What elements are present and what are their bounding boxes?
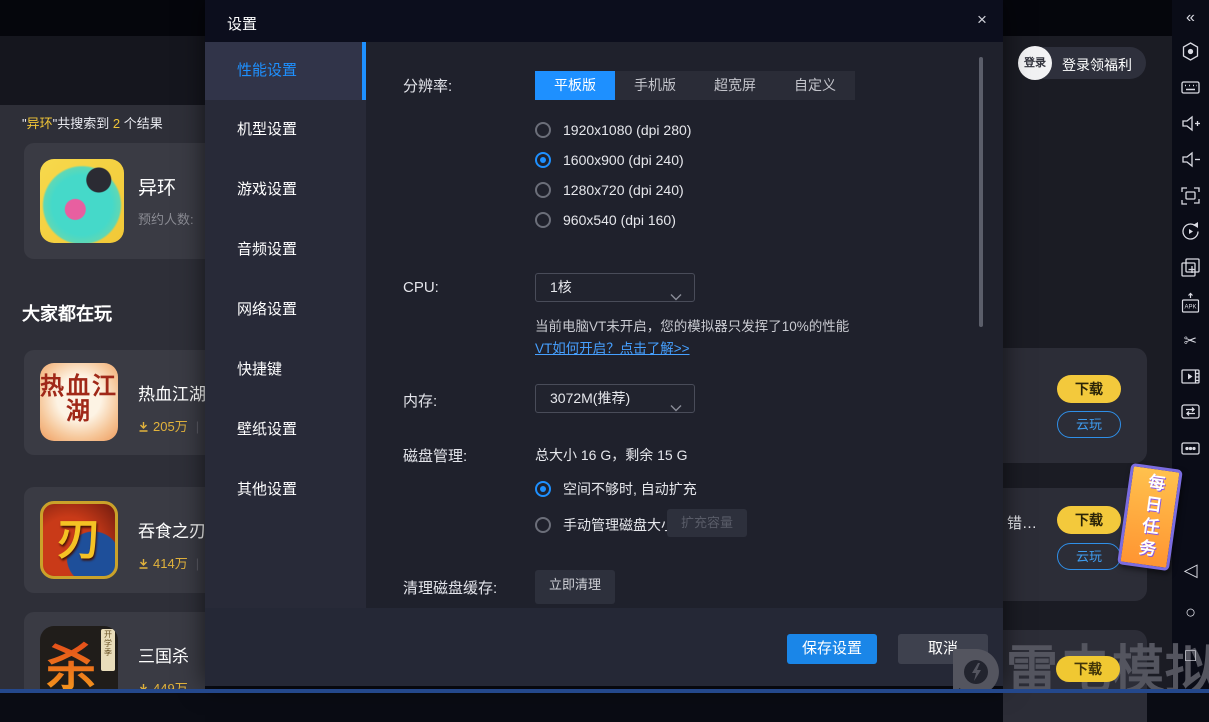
- game-downloads: 414万|: [138, 553, 199, 572]
- login-pill-label: 登录领福利: [1062, 55, 1132, 75]
- download-button[interactable]: 下载: [1057, 506, 1121, 534]
- game-card[interactable]: 热血江湖 热血江湖 205万|: [24, 350, 205, 455]
- clean-now-button[interactable]: 立即清理: [535, 570, 615, 604]
- promo-download-button[interactable]: 下载: [1056, 656, 1120, 682]
- game-card[interactable]: 杀 开学季 三国杀 449万: [24, 612, 205, 693]
- vt-help-link[interactable]: VT如何开启？点击了解>>: [535, 337, 690, 357]
- truncated-text: 错…: [1007, 512, 1037, 533]
- disk-manual-option[interactable]: 手动管理磁盘大小: [535, 515, 675, 535]
- brand-logo-icon: [950, 646, 1002, 693]
- expand-capacity-button[interactable]: 扩充容量: [667, 509, 747, 537]
- memory-select[interactable]: 3072M(推荐): [535, 384, 695, 413]
- clean-cache-label: 清理磁盘缓存:: [403, 577, 497, 598]
- download-button[interactable]: 下载: [1057, 375, 1121, 403]
- tab-phone[interactable]: 手机版: [615, 71, 695, 100]
- game-subtitle: 预约人数:: [138, 209, 194, 228]
- window-bottom-border: [0, 689, 1209, 693]
- game-icon-yihuan: [40, 159, 124, 243]
- volume-down-icon[interactable]: [1178, 147, 1203, 172]
- dialog-scrollbar[interactable]: [979, 57, 983, 327]
- keyboard-mapping-icon[interactable]: [1178, 75, 1203, 100]
- tab-ultrawide[interactable]: 超宽屏: [695, 71, 775, 100]
- radio-icon: [535, 212, 551, 228]
- radio-selected-icon: [535, 481, 551, 497]
- volume-up-icon[interactable]: [1178, 111, 1203, 136]
- cloud-play-button[interactable]: 云玩: [1057, 411, 1121, 438]
- game-icon-corner-tag: 开学季: [101, 629, 115, 671]
- vt-warning-text: 当前电脑VT未开启，您的模拟器只发挥了10%的性能: [535, 315, 849, 335]
- resolution-label: 分辨率:: [403, 75, 452, 96]
- settings-dialog: 设置 × 性能设置 机型设置 游戏设置 音频设置 网络设置 快捷键 壁纸设置 其…: [205, 0, 1003, 686]
- game-icon-sanguosha: 杀 开学季: [40, 626, 118, 693]
- resolution-option-960[interactable]: 960x540 (dpi 160): [535, 210, 676, 230]
- disk-auto-option[interactable]: 空间不够时, 自动扩充: [535, 479, 697, 499]
- cpu-select[interactable]: 1核: [535, 273, 695, 302]
- dialog-footer: 保存设置 取消: [205, 608, 1003, 686]
- sidebar-item-device[interactable]: 机型设置: [205, 100, 366, 160]
- settings-sidebar: 性能设置 机型设置 游戏设置 音频设置 网络设置 快捷键 壁纸设置 其他设置: [205, 42, 366, 608]
- resolution-option-1600[interactable]: 1600x900 (dpi 240): [535, 150, 684, 170]
- search-results-header: [0, 36, 205, 105]
- game-card[interactable]: 刃 吞食之刃 414万|: [24, 487, 205, 593]
- file-transfer-icon[interactable]: [1178, 399, 1203, 424]
- section-title: 大家都在玩: [22, 300, 112, 326]
- more-icon[interactable]: [1178, 436, 1203, 461]
- chevron-down-icon: [670, 394, 682, 421]
- android-back-icon[interactable]: ◁: [1178, 558, 1203, 583]
- sidebar-item-game[interactable]: 游戏设置: [205, 160, 366, 220]
- fullscreen-icon[interactable]: [1178, 183, 1203, 208]
- game-icon-rexuejianghu: 热血江湖: [40, 363, 118, 441]
- collapse-toolbar-icon[interactable]: «: [1178, 5, 1203, 30]
- sidebar-item-performance[interactable]: 性能设置: [205, 42, 366, 100]
- video-record-icon[interactable]: [1178, 364, 1203, 389]
- apk-install-icon[interactable]: APK: [1178, 291, 1203, 316]
- resolution-option-1280[interactable]: 1280x720 (dpi 240): [535, 180, 684, 200]
- memory-label: 内存:: [403, 390, 437, 411]
- radio-selected-icon: [535, 152, 551, 168]
- tab-tablet[interactable]: 平板版: [535, 71, 615, 100]
- sidebar-item-audio[interactable]: 音频设置: [205, 220, 366, 280]
- login-avatar[interactable]: 登录: [1018, 46, 1052, 80]
- android-home-icon[interactable]: ○: [1178, 600, 1203, 625]
- sidebar-item-network[interactable]: 网络设置: [205, 280, 366, 340]
- settings-content: 分辨率: 平板版 手机版 超宽屏 自定义 1920x1080 (dpi 280)…: [366, 42, 1003, 608]
- game-title: 吞食之刃: [138, 517, 205, 542]
- save-settings-button[interactable]: 保存设置: [787, 634, 877, 664]
- sidebar-item-wallpaper[interactable]: 壁纸设置: [205, 400, 366, 460]
- multi-instance-icon[interactable]: [1178, 255, 1203, 280]
- game-icon-tunshizhiren: 刃: [40, 501, 118, 579]
- search-result-card[interactable]: 异环 预约人数:: [24, 143, 205, 259]
- cpu-label: CPU:: [403, 279, 439, 296]
- disk-summary: 总大小 16 G，剩余 15 G: [535, 445, 687, 465]
- search-results-panel: "异环"共搜索到 2 个结果 异环 预约人数: 大家都在玩 热血江湖 热血江湖 …: [0, 105, 205, 693]
- scissors-icon[interactable]: ✂: [1178, 329, 1203, 354]
- download-arrow-icon: [138, 557, 149, 572]
- radio-icon: [535, 122, 551, 138]
- game-title: 三国杀: [138, 642, 189, 667]
- operation-record-icon[interactable]: [1178, 39, 1203, 64]
- svg-text:APK: APK: [1184, 305, 1196, 311]
- dialog-close-icon[interactable]: ×: [971, 9, 993, 31]
- resolution-option-1920[interactable]: 1920x1080 (dpi 280): [535, 120, 691, 140]
- tab-custom[interactable]: 自定义: [775, 71, 855, 100]
- disk-label: 磁盘管理:: [403, 445, 467, 466]
- resolution-tabs: 平板版 手机版 超宽屏 自定义: [535, 71, 855, 100]
- dialog-header: 设置 ×: [205, 0, 1003, 42]
- download-arrow-icon: [138, 420, 149, 435]
- game-title: 异环: [138, 173, 176, 200]
- dialog-title: 设置: [227, 13, 257, 34]
- content-background: 下载 云玩 错… 下载 云玩: [1003, 36, 1172, 693]
- chevron-down-icon: [670, 283, 682, 310]
- game-title: 热血江湖: [138, 380, 205, 405]
- sidebar-item-shortcuts[interactable]: 快捷键: [205, 340, 366, 400]
- radio-icon: [535, 517, 551, 533]
- game-card-partial: 下载 云玩: [1003, 348, 1147, 463]
- android-recents-icon[interactable]: □: [1178, 643, 1203, 668]
- radio-icon: [535, 182, 551, 198]
- sidebar-item-other[interactable]: 其他设置: [205, 460, 366, 520]
- game-downloads: 205万|: [138, 416, 199, 435]
- cloud-play-button[interactable]: 云玩: [1057, 543, 1121, 570]
- result-summary: "异环"共搜索到 2 个结果: [22, 113, 163, 132]
- sync-rotate-icon[interactable]: [1178, 219, 1203, 244]
